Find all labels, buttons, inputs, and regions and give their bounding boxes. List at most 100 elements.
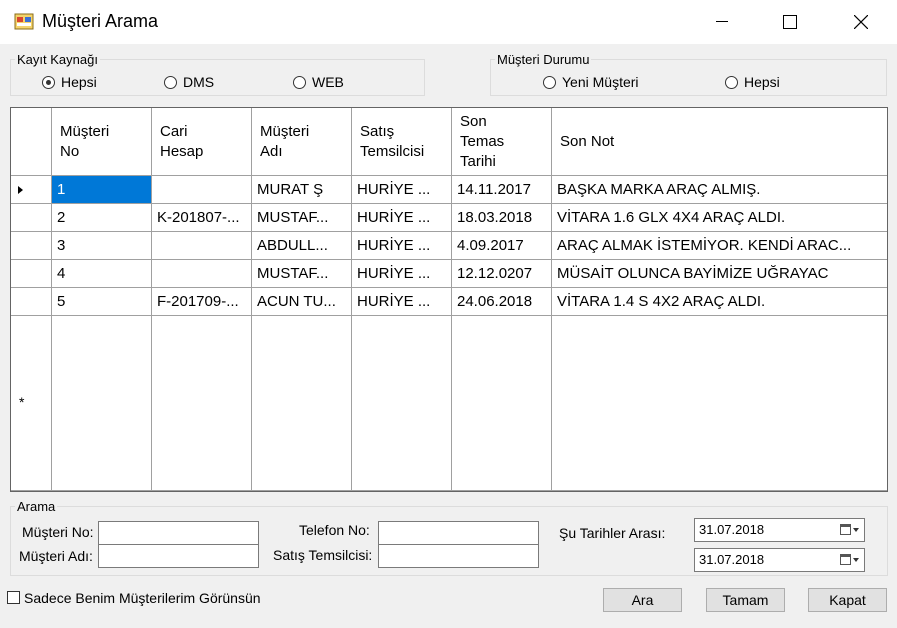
customer-grid[interactable]: Müşteri No Cari Hesap Müşteri Adı Satış Tem…	[10, 107, 888, 492]
tarih-bitis-value: 31.07.2018	[699, 552, 765, 567]
grid-body: Müşteri No Cari Hesap Müşteri Adı Satış Tem…	[11, 108, 887, 491]
table-cell[interactable]: MURAT Ş	[252, 176, 352, 204]
satis-temsilcisi-label: Satış Temsilcisi:	[273, 547, 373, 563]
tarih-baslangic-value: 31.07.2018	[699, 522, 765, 537]
maximize-button[interactable]	[767, 0, 813, 44]
new-row-cell[interactable]	[352, 316, 452, 491]
table-cell[interactable]: 12.12.0207	[452, 260, 552, 288]
row-header[interactable]	[11, 176, 52, 204]
row-header[interactable]	[11, 204, 52, 232]
table-cell[interactable]: ARAÇ ALMAK İSTEMİYOR. KENDİ ARAC...	[552, 232, 887, 260]
column-header[interactable]: Cari Hesap	[152, 108, 252, 176]
kapat-button[interactable]: Kapat	[808, 588, 887, 612]
table-cell[interactable]: BAŞKA MARKA ARAÇ ALMIŞ.	[552, 176, 887, 204]
new-row-cell[interactable]	[252, 316, 352, 491]
musteri-no-label: Müşteri No:	[22, 524, 94, 540]
radio-label: Hepsi	[744, 74, 780, 90]
close-icon	[854, 15, 868, 29]
radio-label: WEB	[312, 74, 344, 90]
app-icon	[14, 11, 34, 31]
radio-durum-hepsi[interactable]: Hepsi	[725, 74, 780, 90]
table-cell[interactable]: HURİYE ...	[352, 288, 452, 316]
radio-label: DMS	[183, 74, 215, 90]
table-cell[interactable]: ABDULL...	[252, 232, 352, 260]
calendar-dropdown-icon[interactable]	[840, 524, 860, 536]
row-header[interactable]	[11, 288, 52, 316]
current-row-arrow-icon	[18, 186, 23, 194]
column-header[interactable]: Müşteri Adı	[252, 108, 352, 176]
column-header[interactable]: Müşteri No	[52, 108, 152, 176]
table-cell[interactable]: HURİYE ...	[352, 176, 452, 204]
maximize-icon	[783, 15, 797, 29]
table-cell[interactable]: 24.06.2018	[452, 288, 552, 316]
minimize-button[interactable]	[699, 0, 745, 44]
radio-label: Yeni Müşteri	[562, 74, 639, 90]
musteri-durumu-legend: Müşteri Durumu	[497, 52, 590, 67]
musteri-adi-input[interactable]	[98, 544, 259, 568]
telefon-input[interactable]	[378, 521, 539, 545]
table-cell[interactable]: HURİYE ...	[352, 260, 452, 288]
radio-durum-yeni[interactable]: Yeni Müşteri	[543, 74, 639, 90]
ara-button[interactable]: Ara	[603, 588, 682, 612]
arama-legend: Arama	[17, 499, 56, 514]
table-cell[interactable]	[152, 176, 252, 204]
radio-dot	[293, 75, 306, 89]
radio-dot	[543, 75, 556, 89]
new-row-cell[interactable]	[152, 316, 252, 491]
table-cell[interactable]: 18.03.2018	[452, 204, 552, 232]
new-row-header[interactable]: *	[11, 316, 52, 491]
table-cell[interactable]: MUSTAF...	[252, 204, 352, 232]
table-cell[interactable]: ACUN TU...	[252, 288, 352, 316]
tamam-button[interactable]: Tamam	[706, 588, 785, 612]
tarih-baslangic-picker[interactable]: 31.07.2018	[694, 518, 865, 542]
table-cell[interactable]: K-201807-...	[152, 204, 252, 232]
table-cell[interactable]: 4	[52, 260, 152, 288]
table-cell[interactable]: 1	[52, 176, 152, 204]
table-cell[interactable]: 14.11.2017	[452, 176, 552, 204]
new-row-cell[interactable]	[552, 316, 887, 491]
title-bar: Müşteri Arama	[0, 0, 897, 44]
radio-kaynak-hepsi[interactable]: Hepsi	[42, 74, 97, 90]
musteri-no-input[interactable]	[98, 521, 259, 545]
kayit-kaynagi-legend: Kayıt Kaynağı	[17, 52, 98, 67]
radio-dot	[725, 75, 738, 89]
radio-label: Hepsi	[61, 74, 97, 90]
new-row-cell[interactable]	[452, 316, 552, 491]
table-cell[interactable]: 2	[52, 204, 152, 232]
radio-kaynak-dms[interactable]: DMS	[164, 74, 214, 90]
table-cell[interactable]	[152, 232, 252, 260]
calendar-dropdown-icon[interactable]	[840, 554, 860, 566]
radio-dot	[164, 75, 177, 89]
table-cell[interactable]: MÜSAİT OLUNCA BAYİMİZE UĞRAYAC	[552, 260, 887, 288]
row-header[interactable]	[11, 232, 52, 260]
column-header[interactable]: Satış Temsilcisi	[352, 108, 452, 176]
musteri-adi-label: Müşteri Adı:	[19, 548, 93, 564]
new-row-marker: *	[19, 393, 25, 410]
column-header[interactable]: Son Not	[552, 108, 887, 176]
telefon-label: Telefon No:	[299, 522, 370, 538]
table-cell[interactable]: HURİYE ...	[352, 232, 452, 260]
sadece-benim-checkbox[interactable]	[7, 591, 20, 604]
radio-kaynak-web[interactable]: WEB	[293, 74, 344, 90]
table-cell[interactable]: VİTARA 1.4 S 4X2 ARAÇ ALDI.	[552, 288, 887, 316]
tarih-araligi-label: Şu Tarihler Arası:	[559, 525, 666, 541]
column-header[interactable]: Son Temas Tarihi	[452, 108, 552, 176]
window-title: Müşteri Arama	[42, 11, 159, 31]
table-cell[interactable]: VİTARA 1.6 GLX 4X4 ARAÇ ALDI.	[552, 204, 887, 232]
row-header[interactable]	[11, 260, 52, 288]
table-cell[interactable]: 3	[52, 232, 152, 260]
tarih-bitis-picker[interactable]: 31.07.2018	[694, 548, 865, 572]
minimize-icon	[716, 21, 728, 22]
table-cell[interactable]: MUSTAF...	[252, 260, 352, 288]
table-cell[interactable]	[152, 260, 252, 288]
table-cell[interactable]: 5	[52, 288, 152, 316]
table-cell[interactable]: HURİYE ...	[352, 204, 452, 232]
new-row-cell[interactable]	[52, 316, 152, 491]
table-cell[interactable]: 4.09.2017	[452, 232, 552, 260]
sadece-benim-label: Sadece Benim Müşterilerim Görünsün	[24, 590, 261, 606]
satis-temsilcisi-input[interactable]	[378, 544, 539, 568]
grid-corner	[11, 108, 52, 176]
table-cell[interactable]: F-201709-...	[152, 288, 252, 316]
radio-dot	[42, 75, 55, 89]
close-button[interactable]	[838, 0, 884, 44]
